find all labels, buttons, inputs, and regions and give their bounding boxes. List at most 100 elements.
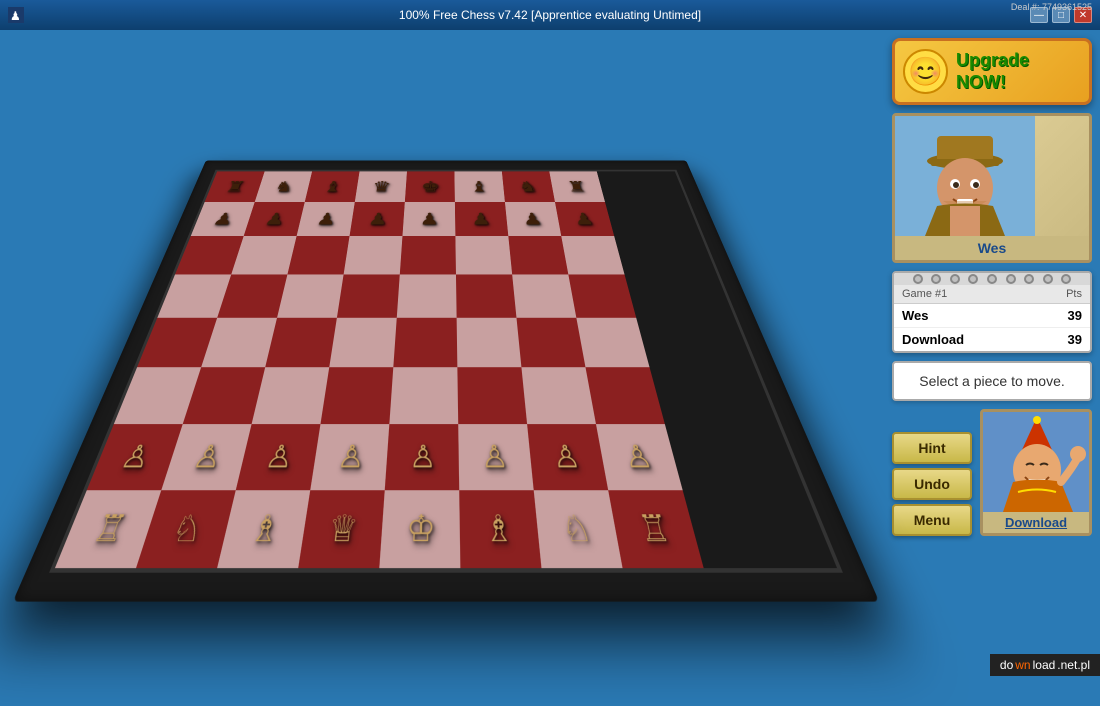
chess-area: ♜ ♞ ♝ ♛ ♚ ♝ ♞ ♜ ♟ ♟ ♟ ♟ ♟ ♟ (8, 38, 884, 668)
cell-h4[interactable] (576, 318, 649, 367)
cell-d5[interactable] (337, 274, 400, 317)
main-content: ♜ ♞ ♝ ♛ ♚ ♝ ♞ ♜ ♟ ♟ ♟ ♟ ♟ ♟ (0, 30, 1100, 676)
opponent-avatar: Wes (892, 113, 1092, 263)
score-pts-1: 39 (1068, 308, 1082, 323)
bottom-section: Hint Undo Menu (892, 409, 1092, 536)
cell-g4[interactable] (516, 318, 585, 367)
watermark-prefix: do (1000, 658, 1013, 672)
pts-label: Pts (1066, 288, 1082, 300)
cell-f4[interactable] (457, 318, 522, 367)
cell-b7[interactable]: ♟ (244, 202, 305, 236)
cell-c6[interactable] (287, 236, 349, 274)
cell-d8[interactable]: ♛ (355, 171, 407, 202)
score-header: Game #1 Pts (894, 285, 1090, 304)
notebook-rings (894, 273, 1090, 285)
menu-button[interactable]: Menu (892, 504, 972, 536)
ring-4 (968, 274, 978, 284)
hint-button[interactable]: Hint (892, 432, 972, 464)
ring-7 (1024, 274, 1034, 284)
window-title: 100% Free Chess v7.42 [Apprentice evalua… (399, 8, 701, 22)
player-name[interactable]: Download (983, 512, 1089, 533)
score-row-download: Download 39 (894, 328, 1090, 351)
cell-h3[interactable] (585, 367, 664, 424)
cell-g3[interactable] (521, 367, 596, 424)
score-row-wes: Wes 39 (894, 304, 1090, 328)
cell-e3[interactable] (389, 367, 458, 424)
cell-h6[interactable] (561, 236, 624, 274)
cell-b6[interactable] (231, 236, 296, 274)
cell-h7[interactable]: ♟ (555, 202, 614, 236)
cell-g1[interactable]: ♘ (534, 490, 623, 568)
cell-c7[interactable]: ♟ (297, 202, 355, 236)
title-bar: ♟ 100% Free Chess v7.42 [Apprentice eval… (0, 0, 1100, 30)
cell-h5[interactable] (568, 274, 636, 317)
cell-h2[interactable]: ♙ (596, 424, 683, 490)
opponent-avatar-image (895, 116, 1035, 236)
cell-d7[interactable]: ♟ (350, 202, 405, 236)
upgrade-line1: Upgrade (956, 50, 1029, 72)
ring-3 (950, 274, 960, 284)
ring-1 (913, 274, 923, 284)
cell-d2[interactable]: ♙ (310, 424, 389, 490)
watermark: download.net.pl (990, 654, 1100, 676)
watermark-highlight: wn (1015, 658, 1030, 672)
cell-d3[interactable] (320, 367, 393, 424)
right-panel: Deal #: 7749361525 😊 Upgrade NOW! (892, 38, 1092, 668)
cell-e4[interactable] (393, 318, 457, 367)
cell-h1[interactable]: ♖ (608, 490, 703, 568)
cell-e8[interactable]: ♚ (405, 171, 455, 202)
cell-c4[interactable] (265, 318, 337, 367)
game-label: Game #1 (902, 288, 947, 300)
cell-d4[interactable] (329, 318, 397, 367)
cell-d1[interactable]: ♕ (298, 490, 385, 568)
cell-b8[interactable]: ♞ (255, 171, 312, 202)
watermark-suffix: load (1033, 658, 1056, 672)
cell-g7[interactable]: ♟ (505, 202, 561, 236)
cell-c2[interactable]: ♙ (236, 424, 321, 490)
cell-e6[interactable] (400, 236, 456, 274)
action-buttons: Hint Undo Menu (892, 432, 972, 536)
cell-f8[interactable]: ♝ (454, 171, 504, 202)
cell-e7[interactable]: ♟ (402, 202, 455, 236)
board-frame: ♜ ♞ ♝ ♛ ♚ ♝ ♞ ♜ ♟ ♟ ♟ ♟ ♟ ♟ (13, 160, 879, 601)
cell-e2[interactable]: ♙ (385, 424, 459, 490)
ring-6 (1006, 274, 1016, 284)
cell-g2[interactable]: ♙ (527, 424, 608, 490)
cell-f1[interactable]: ♗ (459, 490, 541, 568)
cell-d6[interactable] (344, 236, 403, 274)
cell-e5[interactable] (397, 274, 457, 317)
watermark-domain: .net.pl (1057, 658, 1090, 672)
svg-text:♟: ♟ (10, 9, 21, 23)
title-bar-left: ♟ (8, 7, 24, 23)
cell-f5[interactable] (456, 274, 517, 317)
undo-button[interactable]: Undo (892, 468, 972, 500)
status-message: Select a piece to move. (892, 361, 1092, 401)
cell-c3[interactable] (252, 367, 330, 424)
cell-g8[interactable]: ♞ (502, 171, 555, 202)
ring-8 (1043, 274, 1053, 284)
cell-f6[interactable] (455, 236, 512, 274)
cell-e1[interactable]: ♔ (379, 490, 460, 568)
score-player-2: Download (902, 332, 964, 347)
opponent-name: Wes (895, 236, 1089, 260)
chess-board-3d: ♜ ♞ ♝ ♛ ♚ ♝ ♞ ♜ ♟ ♟ ♟ ♟ ♟ ♟ (0, 160, 926, 706)
board-grid[interactable]: ♜ ♞ ♝ ♛ ♚ ♝ ♞ ♜ ♟ ♟ ♟ ♟ ♟ ♟ (49, 170, 843, 573)
smiley-icon: 😊 (903, 49, 948, 94)
score-panel: Game #1 Pts Wes 39 Download 39 (892, 271, 1092, 353)
ring-5 (987, 274, 997, 284)
cell-h8[interactable]: ♜ (549, 171, 605, 202)
cell-c8[interactable]: ♝ (305, 171, 360, 202)
cell-f7[interactable]: ♟ (455, 202, 508, 236)
cell-g5[interactable] (512, 274, 576, 317)
app-icon: ♟ (8, 7, 24, 23)
player-avatar-image (983, 412, 1092, 512)
ring-2 (931, 274, 941, 284)
cell-f3[interactable] (457, 367, 527, 424)
upgrade-button[interactable]: 😊 Upgrade NOW! (892, 38, 1092, 105)
board-container: ♜ ♞ ♝ ♛ ♚ ♝ ♞ ♜ ♟ ♟ ♟ ♟ ♟ ♟ (106, 63, 786, 643)
score-pts-2: 39 (1068, 332, 1082, 347)
score-player-1: Wes (902, 308, 929, 323)
cell-g6[interactable] (508, 236, 568, 274)
cell-f2[interactable]: ♙ (458, 424, 533, 490)
cell-c5[interactable] (277, 274, 344, 317)
